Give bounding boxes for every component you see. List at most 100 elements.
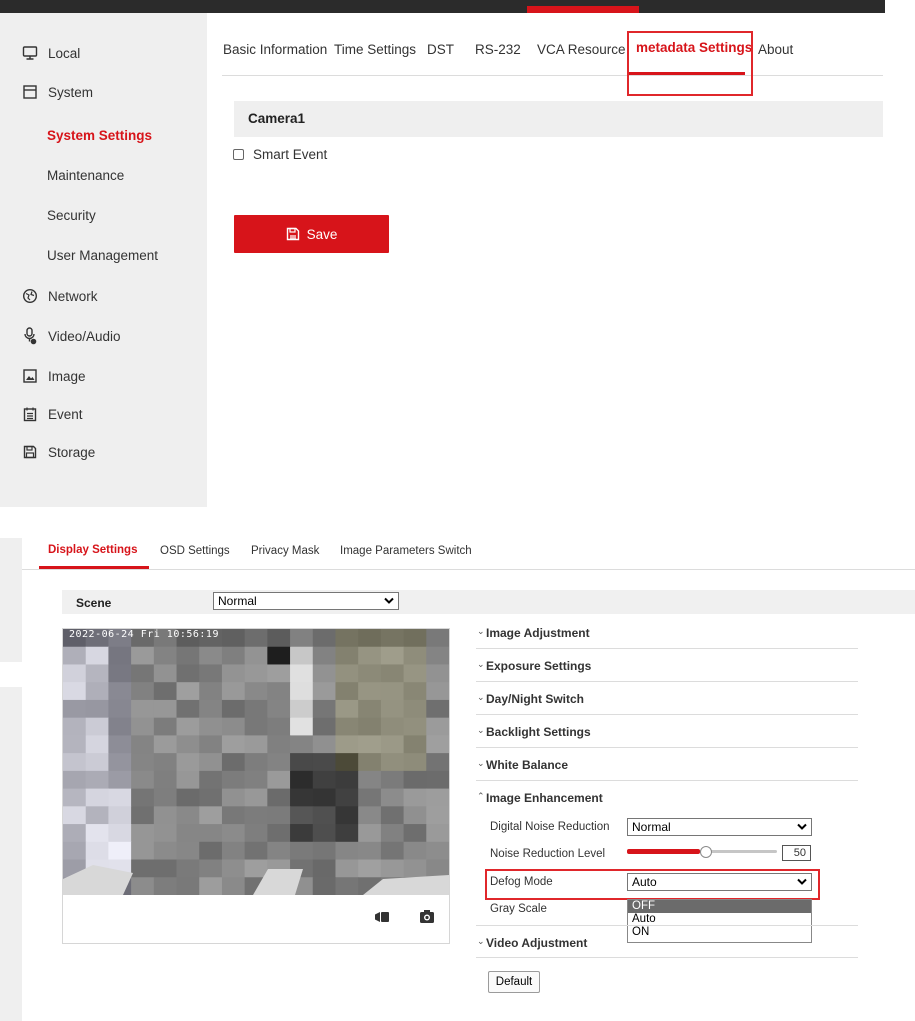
video-mosaic-block xyxy=(312,788,337,807)
tab-time-settings[interactable]: Time Settings xyxy=(334,42,416,57)
video-mosaic-block xyxy=(108,841,132,861)
video-mosaic-block xyxy=(403,824,427,843)
video-mosaic-block xyxy=(312,629,337,648)
sidebar-item-video-audio[interactable]: Video/Audio xyxy=(0,316,207,356)
video-mosaic-block xyxy=(403,717,427,736)
sidebar-item-user-management[interactable]: User Management xyxy=(0,235,207,275)
smart-event-checkbox[interactable]: Smart Event xyxy=(233,147,327,162)
video-mosaic-block xyxy=(85,788,110,807)
section-title: Image Enhancement xyxy=(486,791,603,805)
video-mosaic-block xyxy=(85,717,110,736)
sidebar-item-system-settings[interactable]: System Settings xyxy=(0,115,207,155)
video-mosaic-block xyxy=(199,841,223,861)
video-mosaic-block xyxy=(131,664,155,683)
video-mosaic-block xyxy=(290,682,314,701)
video-mosaic-block xyxy=(290,735,314,754)
section-title: Backlight Settings xyxy=(486,725,591,739)
video-mosaic-block xyxy=(153,841,178,861)
video-mosaic-block xyxy=(108,806,132,825)
nr-level-label: Noise Reduction Level xyxy=(490,848,606,860)
section-title: Exposure Settings xyxy=(486,659,592,673)
video-mosaic-block xyxy=(335,770,359,790)
slider-fill xyxy=(627,849,700,854)
video-mosaic-block xyxy=(221,699,246,719)
sidebar-item-maintenance[interactable]: Maintenance xyxy=(0,155,207,195)
video-mosaic-block xyxy=(199,877,223,895)
nr-level-value[interactable]: 50 xyxy=(782,845,811,861)
tab-image-parameters-switch[interactable]: Image Parameters Switch xyxy=(340,545,472,557)
section-backlight-settings[interactable]: ⌄ Backlight Settings xyxy=(476,715,858,748)
video-mosaic-block xyxy=(153,717,178,736)
tab-display-settings[interactable]: Display Settings xyxy=(48,544,137,556)
video-mosaic-block xyxy=(380,735,405,754)
video-mosaic-block xyxy=(63,788,87,807)
video-mosaic-block xyxy=(221,629,246,648)
sidebar-item-security[interactable]: Security xyxy=(0,195,207,235)
video-mosaic-block xyxy=(290,806,314,825)
nr-level-slider[interactable] xyxy=(627,846,777,858)
video-mosaic-block xyxy=(380,682,405,701)
video-mosaic-block xyxy=(108,753,132,772)
video-mosaic-block xyxy=(358,753,382,772)
floppy-disk-icon xyxy=(20,442,40,462)
live-video-view[interactable]: 2022-06-24 Fri 10:56:19 xyxy=(63,629,449,895)
slider-thumb[interactable] xyxy=(700,846,712,858)
video-mosaic-block xyxy=(153,646,178,666)
video-mosaic-block xyxy=(108,824,132,843)
tab-basic-information[interactable]: Basic Information xyxy=(223,42,327,57)
video-mosaic-block xyxy=(244,682,268,701)
tab-privacy-mask[interactable]: Privacy Mask xyxy=(251,545,319,557)
save-button[interactable]: Save xyxy=(234,215,389,253)
tab-vca-resource[interactable]: VCA Resource xyxy=(537,42,626,57)
video-mosaic-block xyxy=(290,824,314,843)
section-image-enhancement[interactable]: ⌃ Image Enhancement xyxy=(476,781,858,814)
video-mosaic-block xyxy=(221,682,246,701)
video-mosaic-block xyxy=(312,717,337,736)
sidebar-item-network[interactable]: Network xyxy=(0,276,207,316)
video-mosaic-block xyxy=(108,664,132,683)
video-mosaic-block xyxy=(312,646,337,666)
video-mosaic-block xyxy=(63,735,87,754)
image-settings-tabs: Display Settings OSD Settings Privacy Ma… xyxy=(22,529,915,570)
video-mosaic-block xyxy=(221,664,246,683)
video-mosaic-block xyxy=(244,699,268,719)
sidebar-item-system[interactable]: System xyxy=(0,73,207,111)
video-mosaic-block xyxy=(199,646,223,666)
video-mosaic-block xyxy=(267,629,291,648)
chevron-up-icon: ⌃ xyxy=(477,791,485,801)
video-mosaic-block xyxy=(221,877,246,895)
video-mosaic-block xyxy=(176,770,200,790)
camera-snapshot-icon[interactable] xyxy=(419,909,435,929)
video-mosaic-block xyxy=(426,646,449,666)
default-button[interactable]: Default xyxy=(488,971,540,993)
record-clip-icon[interactable] xyxy=(374,910,390,929)
tab-dst[interactable]: DST xyxy=(427,42,454,57)
section-video-adjustment[interactable]: ⌄ Video Adjustment xyxy=(476,925,858,958)
tab-rs-232[interactable]: RS-232 xyxy=(475,42,521,57)
video-mosaic-block xyxy=(267,753,291,772)
sidebar-item-storage[interactable]: Storage xyxy=(0,432,207,472)
section-white-balance[interactable]: ⌄ White Balance xyxy=(476,748,858,781)
option-off[interactable]: OFF xyxy=(628,900,811,913)
video-mosaic-block xyxy=(131,859,155,878)
dnr-select[interactable]: Normal xyxy=(627,818,812,836)
scene-select[interactable]: Normal xyxy=(213,592,399,610)
sidebar-item-local[interactable]: Local xyxy=(0,33,207,73)
section-exposure-settings[interactable]: ⌄ Exposure Settings xyxy=(476,649,858,682)
sidebar-item-label: Local xyxy=(48,45,81,61)
section-day-night-switch[interactable]: ⌄ Day/Night Switch xyxy=(476,682,858,715)
sidebar-item-image[interactable]: Image xyxy=(0,356,207,396)
video-mosaic-block xyxy=(335,646,359,666)
video-mosaic-block xyxy=(131,717,155,736)
video-mosaic-block xyxy=(358,629,382,648)
osd-timestamp: 2022-06-24 Fri 10:56:19 xyxy=(69,629,219,640)
left-panel-strip xyxy=(0,687,22,1021)
tab-osd-settings[interactable]: OSD Settings xyxy=(160,545,230,557)
live-preview-panel: 2022-06-24 Fri 10:56:19 xyxy=(62,628,450,944)
tab-about[interactable]: About xyxy=(758,42,793,57)
section-image-adjustment[interactable]: ⌄ Image Adjustment xyxy=(476,616,858,649)
microphone-icon xyxy=(20,326,40,346)
checkbox-box[interactable] xyxy=(233,149,244,160)
video-mosaic-block xyxy=(312,664,337,683)
sidebar-item-event[interactable]: Event xyxy=(0,394,207,434)
